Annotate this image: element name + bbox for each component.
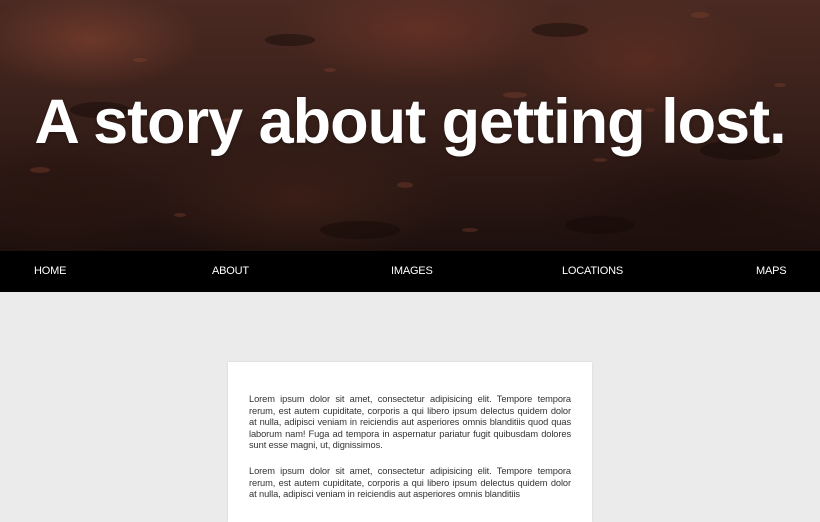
hero-title: A story about getting lost.	[34, 87, 786, 157]
nav-item-maps[interactable]: MAPS	[756, 251, 787, 292]
article-card: Lorem ipsum dolor sit amet, consectetur …	[228, 362, 592, 522]
nav-item-about[interactable]: ABOUT	[212, 251, 249, 292]
hero-banner: A story about getting lost.	[0, 0, 820, 251]
nav-item-locations[interactable]: LOCATIONS	[562, 251, 623, 292]
main-content: Lorem ipsum dolor sit amet, consectetur …	[0, 292, 820, 522]
article-paragraph: Lorem ipsum dolor sit amet, consectetur …	[249, 466, 571, 499]
main-navigation: HOME ABOUT IMAGES LOCATIONS MAPS	[0, 251, 820, 292]
nav-item-images[interactable]: IMAGES	[391, 251, 433, 292]
nav-item-home[interactable]: HOME	[34, 251, 66, 292]
article-paragraph: Lorem ipsum dolor sit amet, consectetur …	[249, 394, 571, 450]
